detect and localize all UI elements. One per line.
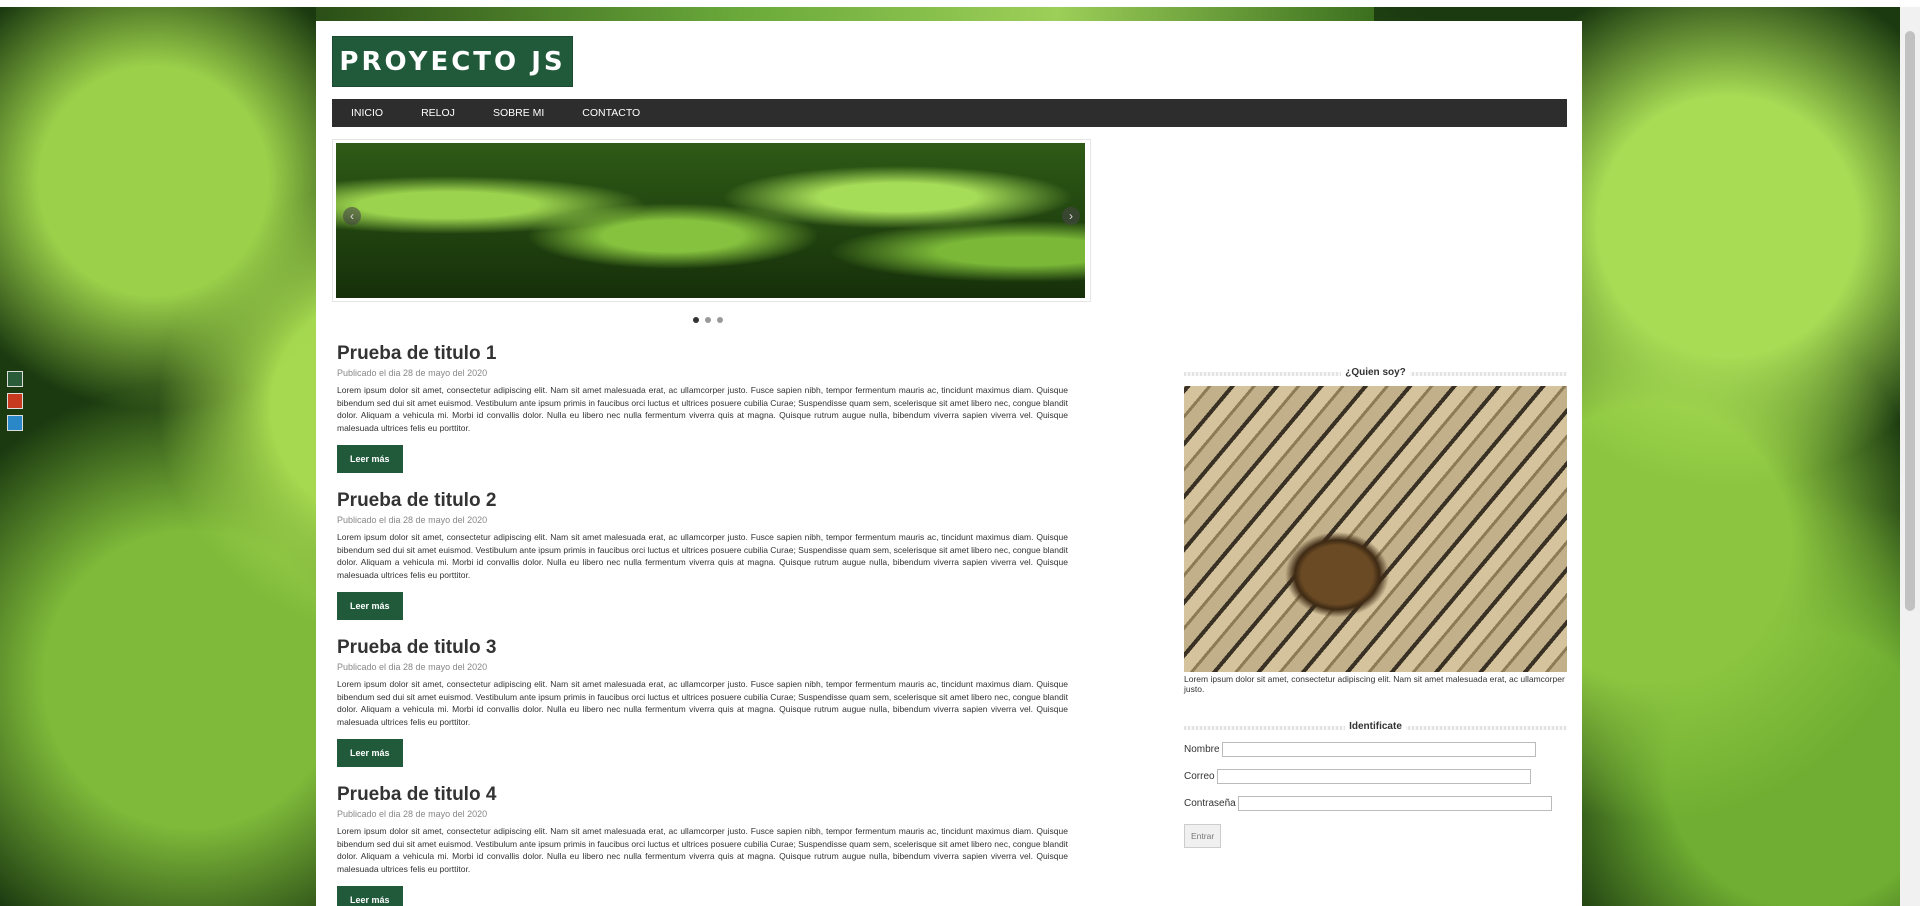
slide-image: [336, 143, 1085, 298]
read-more-button[interactable]: Leer más: [337, 445, 403, 473]
page-scrollbar[interactable]: [1900, 7, 1920, 906]
slider-dot[interactable]: [705, 317, 711, 323]
name-label: Nombre: [1184, 743, 1220, 755]
site-logo[interactable]: PROYECTO JS: [332, 36, 573, 87]
email-row: Correo: [1184, 767, 1567, 785]
nav-item-sobre-mi[interactable]: SOBRE MI: [474, 99, 563, 127]
post-body: Lorem ipsum dolor sit amet, consectetur …: [337, 826, 1068, 874]
password-label: Contraseña: [1184, 797, 1236, 809]
name-row: Nombre: [1184, 740, 1567, 758]
email-label: Correo: [1184, 770, 1215, 782]
name-field[interactable]: [1221, 741, 1536, 757]
nav-item-reloj[interactable]: RELOJ: [402, 99, 474, 127]
login-widget-title: Identificate: [1184, 720, 1567, 734]
post-title[interactable]: Prueba de titulo 3: [337, 637, 1068, 659]
post-article: Prueba de titulo 4 Publicado el dia 28 d…: [337, 784, 1068, 906]
main-nav: INICIO RELOJ SOBRE MI CONTACTO: [332, 99, 1567, 127]
sidebar: ¿Quien soy? Lorem ipsum dolor sit amet, …: [1184, 366, 1567, 848]
image-slider: ‹ ›: [332, 139, 1091, 302]
post-body: Lorem ipsum dolor sit amet, consectetur …: [337, 679, 1068, 727]
post-body: Lorem ipsum dolor sit amet, consectetur …: [337, 532, 1068, 580]
post-title[interactable]: Prueba de titulo 4: [337, 784, 1068, 806]
post-body: Lorem ipsum dolor sit amet, consectetur …: [337, 385, 1068, 433]
post-date: Publicado el dia 28 de mayo del 2020: [337, 515, 488, 525]
read-more-button[interactable]: Leer más: [337, 886, 403, 906]
page-container: PROYECTO JS INICIO RELOJ SOBRE MI CONTACTO …: [316, 21, 1582, 906]
theme-switcher: [7, 371, 23, 437]
about-widget-title: ¿Quien soy?: [1184, 366, 1567, 380]
password-row: Contraseña: [1184, 794, 1567, 812]
slider-dot[interactable]: [693, 317, 699, 323]
slider-pager: [693, 310, 729, 328]
post-article: Prueba de titulo 1 Publicado el dia 28 d…: [337, 343, 1068, 473]
login-submit-button[interactable]: Entrar: [1184, 824, 1222, 848]
theme-green-swatch[interactable]: [7, 371, 23, 387]
about-caption: Lorem ipsum dolor sit amet, consectetur …: [1184, 674, 1565, 694]
about-image: [1184, 386, 1567, 672]
post-date: Publicado el dia 28 de mayo del 2020: [337, 368, 488, 378]
post-article: Prueba de titulo 2 Publicado el dia 28 d…: [337, 490, 1068, 620]
top-edge: [0, 0, 1920, 7]
theme-blue-swatch[interactable]: [7, 415, 23, 431]
login-title-text: Identificate: [1345, 720, 1406, 734]
post-date: Publicado el dia 28 de mayo del 2020: [337, 662, 488, 672]
scrollbar-thumb[interactable]: [1905, 31, 1915, 611]
header-background-strip: [316, 7, 1374, 21]
about-title-text: ¿Quien soy?: [1341, 366, 1410, 380]
login-form: Identificate Nombre Correo Contraseña En…: [1184, 720, 1567, 848]
post-title[interactable]: Prueba de titulo 1: [337, 343, 1068, 365]
post-title[interactable]: Prueba de titulo 2: [337, 490, 1068, 512]
slider-next-icon[interactable]: ›: [1062, 207, 1080, 225]
post-date: Publicado el dia 28 de mayo del 2020: [337, 809, 488, 819]
read-more-button[interactable]: Leer más: [337, 739, 403, 767]
slider-dot[interactable]: [717, 317, 723, 323]
nav-item-inicio[interactable]: INICIO: [332, 99, 402, 127]
password-field[interactable]: [1237, 795, 1552, 811]
post-article: Prueba de titulo 3 Publicado el dia 28 d…: [337, 637, 1068, 767]
theme-red-swatch[interactable]: [7, 393, 23, 409]
slider-prev-icon[interactable]: ‹: [343, 207, 361, 225]
read-more-button[interactable]: Leer más: [337, 592, 403, 620]
posts-list: Prueba de titulo 1 Publicado el dia 28 d…: [337, 343, 1068, 906]
nav-item-contacto[interactable]: CONTACTO: [563, 99, 659, 127]
email-field[interactable]: [1216, 768, 1531, 784]
